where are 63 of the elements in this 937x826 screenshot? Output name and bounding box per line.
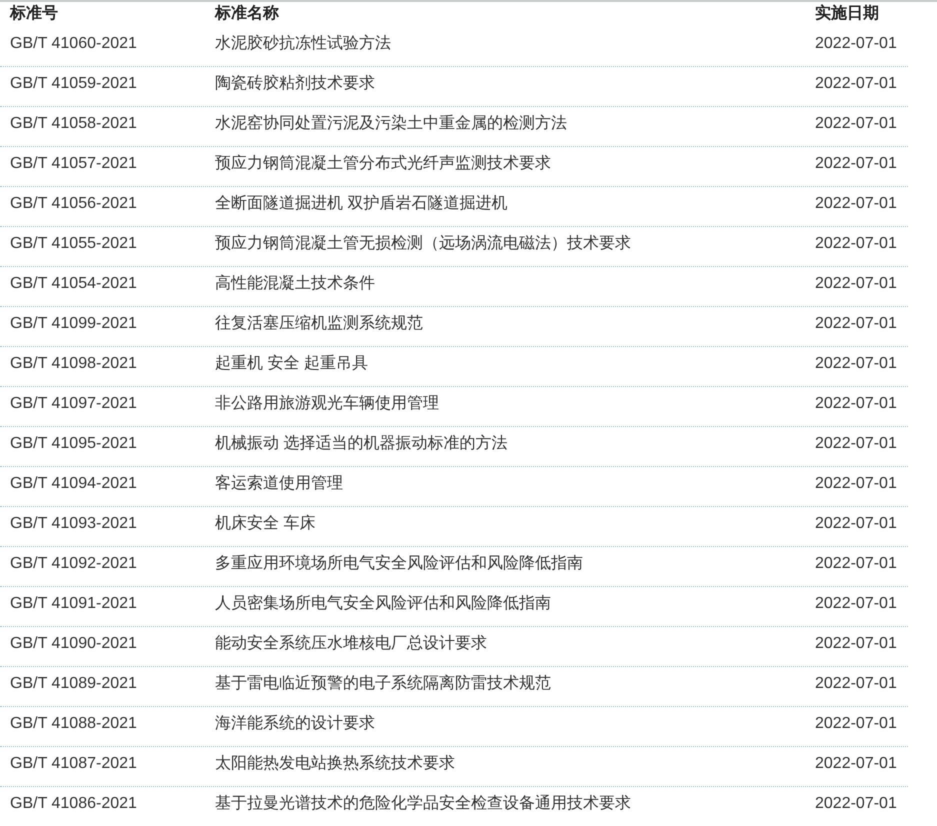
standard-name: 高性能混凝土技术条件	[215, 274, 375, 294]
standard-name: 机械振动 选择适当的机器振动标准的方法	[215, 434, 508, 454]
standard-name: 起重机 安全 起重吊具	[215, 354, 368, 374]
standard-name: 水泥窑协同处置污泥及污染土中重金属的检测方法	[215, 114, 567, 134]
standard-code: GB/T 41098-2021	[10, 354, 137, 374]
column-header: 标准名称	[215, 4, 279, 24]
standard-name: 水泥胶砂抗冻性试验方法	[215, 34, 391, 54]
standard-name: 机床安全 车床	[215, 514, 316, 534]
standard-code: GB/T 41089-2021	[10, 674, 137, 694]
effective-date: 2022-07-01	[815, 754, 897, 774]
effective-date: 2022-07-01	[815, 194, 897, 214]
standard-code: GB/T 41090-2021	[10, 634, 137, 654]
standard-name: 海洋能系统的设计要求	[215, 714, 375, 734]
standard-name: 非公路用旅游观光车辆使用管理	[215, 394, 439, 414]
standard-name: 人员密集场所电气安全风险评估和风险降低指南	[215, 594, 551, 614]
effective-date: 2022-07-01	[815, 514, 897, 534]
standard-name: 往复活塞压缩机监测系统规范	[215, 314, 423, 334]
standard-name: 全断面隧道掘进机 双护盾岩石隧道掘进机	[215, 194, 508, 214]
effective-date: 2022-07-01	[815, 394, 897, 414]
standard-name: 陶瓷砖胶粘剂技术要求	[215, 74, 375, 94]
standard-code: GB/T 41058-2021	[10, 114, 137, 134]
standard-code: GB/T 41056-2021	[10, 194, 137, 214]
effective-date: 2022-07-01	[815, 474, 897, 494]
effective-date: 2022-07-01	[815, 554, 897, 574]
effective-date: 2022-07-01	[815, 794, 897, 814]
effective-date: 2022-07-01	[815, 714, 897, 734]
standard-code: GB/T 41095-2021	[10, 434, 137, 454]
standard-code: GB/T 41087-2021	[10, 754, 137, 774]
standard-code: GB/T 41094-2021	[10, 474, 137, 494]
effective-date: 2022-07-01	[815, 234, 897, 254]
effective-date: 2022-07-01	[815, 74, 897, 94]
standard-code: GB/T 41086-2021	[10, 794, 137, 814]
column-header: 标准号	[10, 4, 58, 24]
effective-date: 2022-07-01	[815, 594, 897, 614]
standard-code: GB/T 41088-2021	[10, 714, 137, 734]
column-header: 实施日期	[815, 4, 879, 24]
effective-date: 2022-07-01	[815, 434, 897, 454]
effective-date: 2022-07-01	[815, 674, 897, 694]
effective-date: 2022-07-01	[815, 634, 897, 654]
standard-name: 基于雷电临近预警的电子系统隔离防雷技术规范	[215, 674, 551, 694]
standard-code: GB/T 41057-2021	[10, 154, 137, 174]
standard-name: 预应力钢筒混凝土管无损检测（远场涡流电磁法）技术要求	[215, 234, 631, 254]
standard-code: GB/T 41055-2021	[10, 234, 137, 254]
standard-code: GB/T 41097-2021	[10, 394, 137, 414]
standard-name: 预应力钢筒混凝土管分布式光纤声监测技术要求	[215, 154, 551, 174]
standard-name: 基于拉曼光谱技术的危险化学品安全检查设备通用技术要求	[215, 794, 631, 814]
standard-name: 多重应用环境场所电气安全风险评估和风险降低指南	[215, 554, 583, 574]
effective-date: 2022-07-01	[815, 154, 897, 174]
standard-code: GB/T 41059-2021	[10, 74, 137, 94]
standard-code: GB/T 41093-2021	[10, 514, 137, 534]
effective-date: 2022-07-01	[815, 314, 897, 334]
standard-name: 能动安全系统压水堆核电厂总设计要求	[215, 634, 487, 654]
standard-code: GB/T 41054-2021	[10, 274, 137, 294]
effective-date: 2022-07-01	[815, 34, 897, 54]
standard-code: GB/T 41092-2021	[10, 554, 137, 574]
standard-name: 太阳能热发电站换热系统技术要求	[215, 754, 455, 774]
standard-name: 客运索道使用管理	[215, 474, 343, 494]
effective-date: 2022-07-01	[815, 354, 897, 374]
effective-date: 2022-07-01	[815, 274, 897, 294]
standard-code: GB/T 41060-2021	[10, 34, 137, 54]
standard-code: GB/T 41099-2021	[10, 314, 137, 334]
effective-date: 2022-07-01	[815, 114, 897, 134]
standard-code: GB/T 41091-2021	[10, 594, 137, 614]
